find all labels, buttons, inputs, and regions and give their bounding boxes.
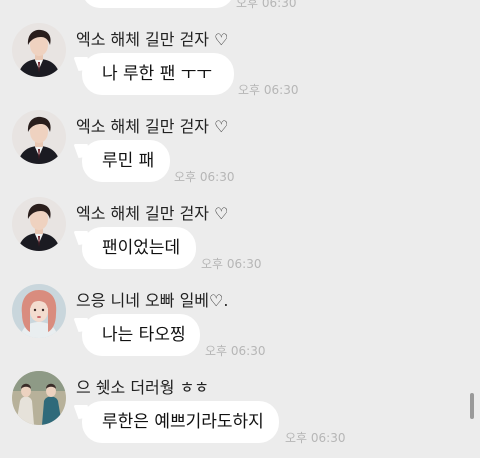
message-bubble-partial[interactable] bbox=[82, 0, 234, 8]
message-time: 오후 06:30 bbox=[236, 0, 297, 10]
sender-name: 엑소 해체 길만 걷자 ♡ bbox=[76, 204, 229, 223]
message-bubble[interactable]: 루한은 예쁘기라도하지 bbox=[82, 401, 279, 443]
message-time: 오후 06:30 bbox=[174, 170, 235, 184]
avatar-group-photo-icon bbox=[12, 371, 66, 425]
message-bubble[interactable]: 나는 타오찡 bbox=[82, 314, 200, 356]
avatar[interactable] bbox=[12, 197, 66, 251]
sender-name: 엑소 해체 길만 걷자 ♡ bbox=[76, 30, 229, 49]
avatar-man-suit-icon bbox=[12, 110, 66, 164]
message-bubble[interactable]: 팬이었는데 bbox=[82, 227, 196, 269]
sender-name: 으 쉣소 더러웡 ㅎㅎ bbox=[76, 378, 210, 397]
message-time: 오후 06:30 bbox=[285, 431, 346, 445]
sender-name: 으응 니네 오빠 일베♡. bbox=[76, 291, 229, 310]
avatar[interactable] bbox=[12, 23, 66, 77]
avatar[interactable] bbox=[12, 284, 66, 338]
avatar[interactable] bbox=[12, 371, 66, 425]
scrollbar[interactable] bbox=[470, 393, 474, 419]
message-time: 오후 06:30 bbox=[238, 83, 299, 97]
message-bubble[interactable]: 루민 패 bbox=[82, 140, 170, 182]
message-bubble[interactable]: 나 루한 팬 ㅜㅜ bbox=[82, 53, 234, 95]
message-time: 오후 06:30 bbox=[201, 257, 262, 271]
avatar[interactable] bbox=[12, 110, 66, 164]
chat-window: 오후 06:30 엑소 해체 길만 걷자 ♡ 나 루한 팬 ㅜㅜ 오후 06:3… bbox=[0, 0, 480, 458]
avatar-man-suit-icon bbox=[12, 23, 66, 77]
avatar-girl-pink-hair-icon bbox=[12, 284, 66, 338]
message-time: 오후 06:30 bbox=[205, 344, 266, 358]
sender-name: 엑소 해체 길만 걷자 ♡ bbox=[76, 117, 229, 136]
avatar-man-suit-icon bbox=[12, 197, 66, 251]
